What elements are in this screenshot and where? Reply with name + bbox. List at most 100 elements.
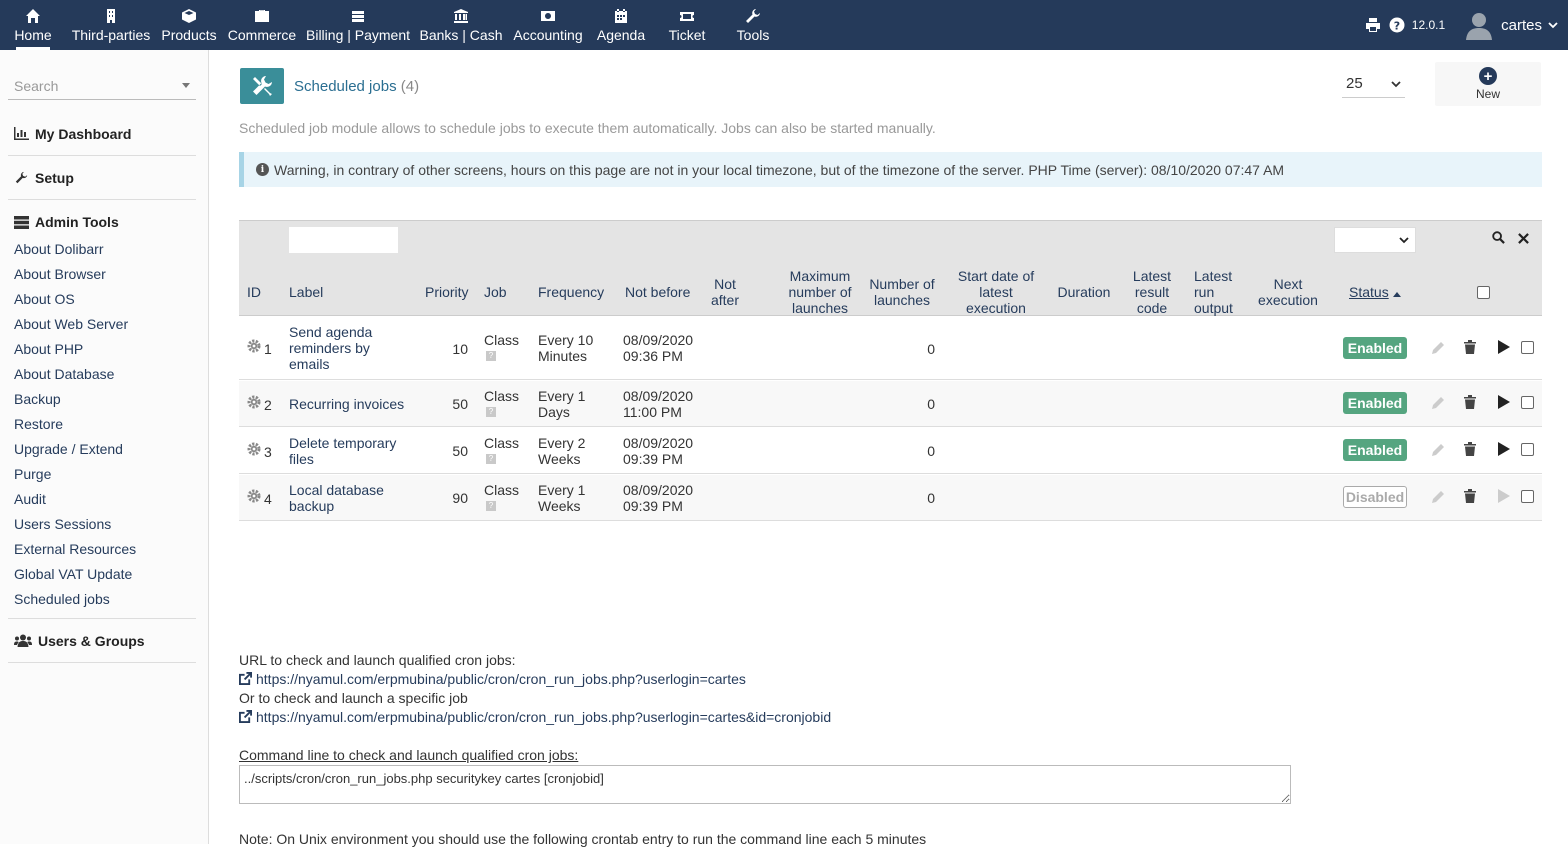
menu-purge[interactable]: Purge bbox=[14, 466, 51, 482]
col-duration[interactable]: Duration bbox=[1055, 284, 1113, 300]
cron-url-link[interactable]: https://nyamul.com/erpmubina/public/cron… bbox=[239, 671, 746, 687]
col-job[interactable]: Job bbox=[484, 284, 507, 300]
col-label[interactable]: Label bbox=[289, 284, 323, 300]
trash-icon[interactable] bbox=[1463, 340, 1477, 354]
trash-icon[interactable] bbox=[1463, 442, 1477, 456]
row-checkbox[interactable] bbox=[1521, 396, 1534, 409]
play-icon[interactable] bbox=[1497, 442, 1511, 456]
job-label-link[interactable]: Send agenda reminders by emails bbox=[289, 324, 372, 372]
date-line: 08/09/2020 bbox=[623, 332, 694, 348]
select-all-checkbox[interactable] bbox=[1477, 286, 1490, 299]
warning-text: Warning, in contrary of other screens, h… bbox=[274, 161, 1285, 178]
menu-about-web-server[interactable]: About Web Server bbox=[14, 316, 128, 332]
cron-specific-url-link[interactable]: https://nyamul.com/erpmubina/public/cron… bbox=[239, 709, 831, 725]
col-id[interactable]: ID bbox=[247, 284, 261, 300]
col-priority[interactable]: Priority bbox=[425, 284, 469, 300]
nav-tools[interactable]: Tools bbox=[726, 0, 780, 50]
menu-setup[interactable]: Setup bbox=[8, 156, 196, 200]
menu-about-database[interactable]: About Database bbox=[14, 366, 114, 382]
status-badge[interactable]: Enabled bbox=[1343, 337, 1407, 359]
label-filter-input[interactable] bbox=[289, 227, 398, 253]
col-frequency[interactable]: Frequency bbox=[538, 284, 604, 300]
job-id[interactable]: 3 bbox=[264, 444, 272, 460]
menu-audit[interactable]: Audit bbox=[14, 491, 46, 507]
nav-home[interactable]: Home bbox=[8, 0, 58, 50]
print-icon[interactable] bbox=[1364, 16, 1382, 34]
row-checkbox[interactable] bbox=[1521, 490, 1534, 503]
col-max-launches[interactable]: Maximum number of launches bbox=[781, 268, 859, 316]
menu-my-dashboard[interactable]: My Dashboard bbox=[8, 112, 196, 156]
menu-restore[interactable]: Restore bbox=[14, 416, 63, 432]
menu-about-php[interactable]: About PHP bbox=[14, 341, 83, 357]
page-size-select[interactable]: 25 bbox=[1342, 70, 1405, 98]
col-start-date[interactable]: Start date of latest execution bbox=[951, 268, 1041, 316]
status-sort-link[interactable]: Status bbox=[1349, 284, 1389, 300]
chevron-down-icon[interactable] bbox=[182, 83, 190, 88]
menu-scheduled-jobs[interactable]: Scheduled jobs bbox=[14, 591, 110, 607]
job-label-link[interactable]: Local database backup bbox=[289, 482, 384, 514]
avatar[interactable] bbox=[1465, 10, 1493, 40]
gear-icon bbox=[247, 442, 261, 456]
menu-about-browser[interactable]: About Browser bbox=[14, 266, 106, 282]
status-badge[interactable]: Disabled bbox=[1343, 486, 1407, 508]
search-box[interactable] bbox=[8, 72, 196, 100]
freq-line: Every 1 bbox=[538, 482, 586, 498]
menu-admin-tools[interactable]: Admin Tools bbox=[8, 200, 196, 244]
trash-icon[interactable] bbox=[1463, 489, 1477, 503]
search-icon[interactable] bbox=[1492, 231, 1505, 247]
username[interactable]: cartes bbox=[1501, 17, 1542, 34]
nav-accounting[interactable]: Accounting bbox=[512, 0, 584, 50]
nav-commerce[interactable]: Commerce bbox=[226, 0, 298, 50]
nav-agenda[interactable]: Agenda bbox=[592, 0, 650, 50]
col-latest-output[interactable]: Latest run output bbox=[1194, 268, 1244, 316]
job-launches: 0 bbox=[927, 396, 935, 412]
menu-backup[interactable]: Backup bbox=[14, 391, 61, 407]
col-status[interactable]: Status bbox=[1349, 284, 1401, 300]
nav-third-parties[interactable]: Third-parties bbox=[70, 0, 152, 50]
col-not-after[interactable]: Not after bbox=[705, 276, 745, 308]
col-next-execution[interactable]: Next execution bbox=[1255, 276, 1321, 308]
menu-external-resources[interactable]: External Resources bbox=[14, 541, 136, 557]
nav-banks[interactable]: Banks | Cash bbox=[418, 0, 504, 50]
row-checkbox[interactable] bbox=[1521, 341, 1534, 354]
close-icon[interactable] bbox=[1518, 231, 1529, 247]
job-id[interactable]: 2 bbox=[264, 397, 272, 413]
col-latest-result[interactable]: Latest result code bbox=[1127, 268, 1177, 316]
job-not-before: 08/09/2020 09:39 PM bbox=[623, 482, 693, 514]
nav-ticket[interactable]: Ticket bbox=[660, 0, 714, 50]
nav-billing[interactable]: Billing | Payment bbox=[306, 0, 410, 50]
job-label-link[interactable]: Delete temporary files bbox=[289, 435, 396, 467]
status-filter-select[interactable] bbox=[1334, 227, 1416, 253]
trash-icon[interactable] bbox=[1463, 395, 1477, 409]
job-id[interactable]: 1 bbox=[264, 341, 272, 357]
job-label-link[interactable]: Recurring invoices bbox=[289, 396, 404, 412]
play-icon[interactable] bbox=[1497, 489, 1511, 503]
menu-about-os[interactable]: About OS bbox=[14, 291, 75, 307]
command-line-textarea[interactable]: ../scripts/cron/cron_run_jobs.php securi… bbox=[239, 765, 1291, 804]
header-line: after bbox=[710, 292, 739, 308]
search-input[interactable] bbox=[8, 76, 168, 95]
status-badge[interactable]: Enabled bbox=[1343, 439, 1407, 461]
menu-users-groups[interactable]: Users & Groups bbox=[8, 619, 196, 663]
edit-icon[interactable] bbox=[1431, 443, 1445, 457]
edit-icon[interactable] bbox=[1431, 396, 1445, 410]
label-line: Send agenda bbox=[289, 324, 373, 340]
job-id[interactable]: 4 bbox=[264, 491, 272, 507]
status-badge[interactable]: Enabled bbox=[1343, 392, 1407, 414]
nav-products[interactable]: Products bbox=[158, 0, 220, 50]
menu-global-vat-update[interactable]: Global VAT Update bbox=[14, 566, 132, 582]
play-icon[interactable] bbox=[1497, 395, 1511, 409]
menu-about-dolibarr[interactable]: About Dolibarr bbox=[14, 241, 104, 257]
new-job-button[interactable]: + New bbox=[1435, 62, 1541, 106]
freq-line: Minutes bbox=[538, 348, 588, 364]
menu-upgrade-extend[interactable]: Upgrade / Extend bbox=[14, 441, 123, 457]
col-number-launches[interactable]: Number of launches bbox=[865, 276, 939, 308]
edit-icon[interactable] bbox=[1431, 341, 1445, 355]
col-not-before[interactable]: Not before bbox=[625, 284, 690, 300]
edit-icon[interactable] bbox=[1431, 490, 1445, 504]
play-icon[interactable] bbox=[1497, 340, 1511, 354]
menu-users-sessions[interactable]: Users Sessions bbox=[14, 516, 111, 532]
help-icon[interactable]: ? bbox=[1388, 16, 1406, 34]
chevron-down-icon[interactable] bbox=[1548, 17, 1558, 33]
row-checkbox[interactable] bbox=[1521, 443, 1534, 456]
